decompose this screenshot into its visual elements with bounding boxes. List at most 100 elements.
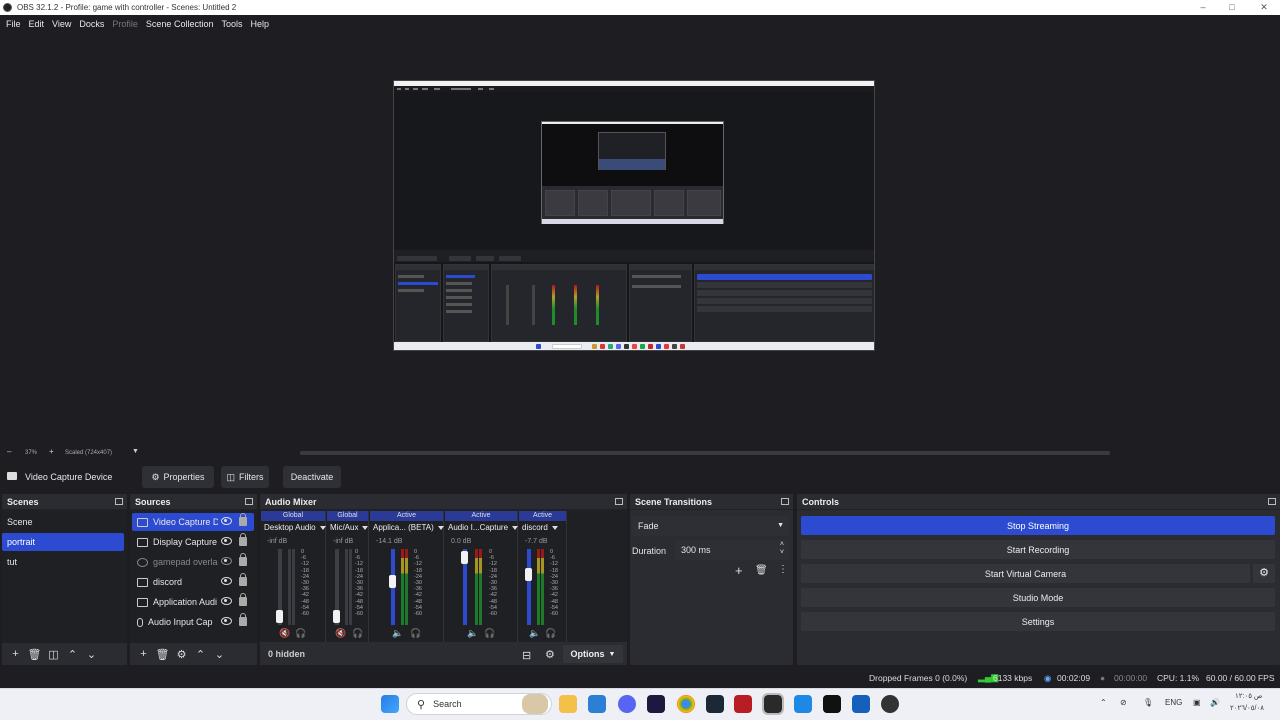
preview-canvas[interactable] [393, 80, 875, 351]
move-up-button[interactable]: ⌃ [191, 645, 210, 663]
duration-spinbox[interactable]: 300 ms ˄ ˅ [675, 540, 789, 560]
speaker-icon[interactable]: 🔈 [467, 628, 478, 639]
muted-speaker-icon[interactable]: 🔇 [279, 628, 290, 639]
preview-scrollbar[interactable] [300, 451, 1110, 455]
menu-profile[interactable]: Profile [108, 19, 142, 29]
undock-icon[interactable] [1268, 498, 1276, 505]
speaker-icon[interactable]: 🔈 [392, 628, 403, 639]
zoom-in-button[interactable]: + [49, 447, 54, 456]
channel-name[interactable]: Mic/Aux [330, 523, 370, 532]
channel-name[interactable]: Audio I...Capture [448, 523, 519, 532]
tiktok-icon[interactable] [823, 695, 841, 713]
undock-icon[interactable] [115, 498, 123, 505]
scene-filters-button[interactable]: ◫ [44, 645, 63, 663]
network-off-icon[interactable]: ⊘ [1120, 698, 1127, 707]
settings-button[interactable]: Settings [801, 612, 1275, 631]
menu-help[interactable]: Help [246, 19, 273, 29]
hidden-eye-icon[interactable] [221, 557, 232, 565]
monitor-headphones-icon[interactable]: 🎧 [410, 628, 421, 639]
clock-time[interactable]: ص ١٢:٠٥ [1235, 692, 1262, 700]
muted-speaker-icon[interactable]: 🔇 [335, 628, 346, 639]
minimize-button[interactable]: – [1187, 0, 1219, 15]
visibility-eye-icon[interactable] [221, 517, 232, 525]
lock-icon[interactable] [239, 513, 247, 526]
filters-button[interactable]: ◫ Filters [221, 466, 269, 488]
monitor-headphones-icon[interactable]: 🎧 [352, 628, 363, 639]
monitor-headphones-icon[interactable]: 🎧 [484, 628, 495, 639]
speaker-icon[interactable]: 🔈 [529, 628, 540, 639]
undock-icon[interactable] [615, 498, 623, 505]
microphone-icon[interactable]: 🎙 [1143, 698, 1153, 707]
remove-transition-button[interactable]: 🗑 [755, 565, 768, 576]
source-item-display-capture[interactable]: Display Capture [132, 533, 254, 551]
file-explorer-icon[interactable] [559, 695, 577, 713]
undock-icon[interactable] [245, 498, 253, 505]
lock-icon[interactable] [239, 553, 247, 566]
source-item-discord[interactable]: discord [132, 573, 254, 591]
volume-slider-knob[interactable] [525, 568, 532, 581]
volume-slider-track[interactable] [527, 549, 531, 625]
add-transition-button[interactable]: + [735, 563, 743, 578]
monitor-headphones-icon[interactable]: 🎧 [545, 628, 556, 639]
lock-icon[interactable] [239, 533, 247, 546]
source-item-audio-input[interactable]: Audio Input Cap [132, 613, 254, 631]
visibility-eye-icon[interactable] [221, 577, 232, 585]
start-virtual-camera-button[interactable]: Start Virtual Camera [801, 564, 1250, 583]
lock-icon[interactable] [239, 613, 247, 626]
spin-arrows-icon[interactable]: ˄ ˅ [780, 541, 784, 557]
add-source-button[interactable]: + [134, 645, 153, 663]
lock-icon[interactable] [239, 573, 247, 586]
menu-edit[interactable]: Edit [25, 19, 49, 29]
app-x-icon[interactable] [734, 695, 752, 713]
mixer-options-button[interactable]: Options ▼ [563, 645, 623, 663]
channel-name[interactable]: discord [522, 523, 558, 532]
deactivate-button[interactable]: Deactivate [283, 466, 341, 488]
monitor-headphones-icon[interactable]: 🎧 [295, 628, 306, 639]
zoom-out-button[interactable]: – [7, 447, 11, 456]
source-item-video-capture[interactable]: Video Capture D [132, 513, 254, 531]
channel-name[interactable]: Applica... (BETA) [373, 523, 444, 532]
chrome-icon[interactable] [677, 695, 695, 713]
menu-file[interactable]: File [2, 19, 25, 29]
transition-menu-icon[interactable]: ⋮ [778, 564, 788, 575]
maximize-button[interactable]: □ [1216, 0, 1248, 15]
lock-icon[interactable] [239, 593, 247, 606]
menu-view[interactable]: View [48, 19, 75, 29]
visibility-eye-icon[interactable] [221, 617, 232, 625]
channel-name[interactable]: Desktop Audio [264, 523, 326, 532]
advanced-audio-icon[interactable]: ⚙ [545, 648, 555, 661]
visibility-eye-icon[interactable] [221, 597, 232, 605]
undock-icon[interactable] [781, 498, 789, 505]
scene-item[interactable]: tut [2, 553, 124, 571]
move-down-button[interactable]: ⌄ [210, 645, 229, 663]
display-icon[interactable]: ▣ [1193, 698, 1201, 707]
media-player-icon[interactable] [794, 695, 812, 713]
virtual-camera-settings-gear-icon[interactable]: ⚙ [1253, 564, 1275, 583]
shield-app-icon[interactable] [852, 695, 870, 713]
move-up-button[interactable]: ⌃ [63, 645, 82, 663]
visibility-eye-icon[interactable] [221, 537, 232, 545]
properties-button[interactable]: ⚙ Properties [142, 466, 214, 488]
transition-select[interactable]: Fade ▼ [632, 516, 789, 536]
close-button[interactable]: ✕ [1248, 0, 1280, 15]
scene-item-selected[interactable]: portrait [2, 533, 124, 551]
remove-scene-button[interactable]: 🗑 [25, 645, 44, 663]
add-scene-button[interactable]: + [6, 645, 25, 663]
clock-date[interactable]: ٢٠٢٦/٠٥/٠٨ [1230, 704, 1264, 712]
start-recording-button[interactable]: Start Recording [801, 540, 1275, 559]
stop-streaming-button[interactable]: Stop Streaming [801, 516, 1275, 535]
volume-slider-knob[interactable] [389, 575, 396, 588]
move-down-button[interactable]: ⌄ [82, 645, 101, 663]
app-record-icon[interactable] [881, 695, 899, 713]
discord-icon[interactable] [618, 695, 636, 713]
menu-docks[interactable]: Docks [75, 19, 108, 29]
source-item-gamepad-overlay[interactable]: gamepad overla [132, 553, 254, 571]
menu-scene-collection[interactable]: Scene Collection [142, 19, 218, 29]
store-icon[interactable] [588, 695, 606, 713]
volume-slider-knob[interactable] [333, 610, 340, 623]
remove-source-button[interactable]: 🗑 [153, 645, 172, 663]
volume-icon[interactable]: 🔊 [1210, 698, 1220, 707]
language-indicator[interactable]: ENG [1165, 698, 1182, 707]
scene-item[interactable]: Scene [2, 513, 124, 531]
source-properties-button[interactable]: ⚙ [172, 645, 191, 663]
